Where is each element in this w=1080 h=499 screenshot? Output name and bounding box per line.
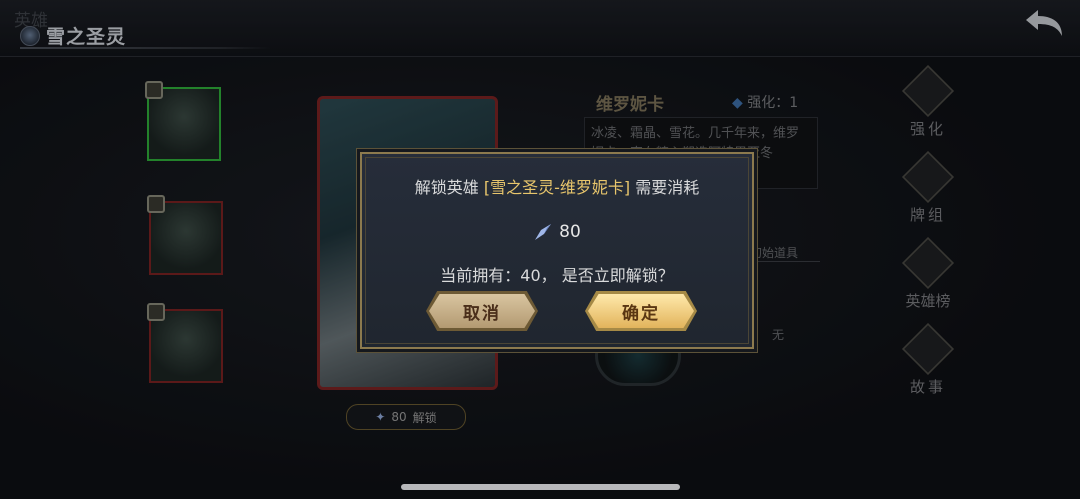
crystal-icon — [535, 224, 552, 240]
dialog-message: 解锁英雄 [雪之圣灵-维罗妮卡] 需要消耗 — [414, 178, 700, 197]
cost-value: 80 — [559, 222, 581, 242]
cost-row: 80 — [362, 222, 752, 242]
unlock-dialog: 解锁英雄 [雪之圣灵-维罗妮卡] 需要消耗 80 当前拥有：40， 是否立即解锁… — [360, 152, 754, 349]
home-indicator[interactable] — [401, 484, 680, 490]
confirm-button[interactable]: 确定 — [588, 294, 694, 328]
hero-full-name: [雪之圣灵-维罗妮卡] — [483, 178, 631, 197]
cancel-button[interactable]: 取消 — [429, 294, 535, 328]
owned-text: 当前拥有：40， 是否立即解锁？ — [440, 266, 674, 285]
